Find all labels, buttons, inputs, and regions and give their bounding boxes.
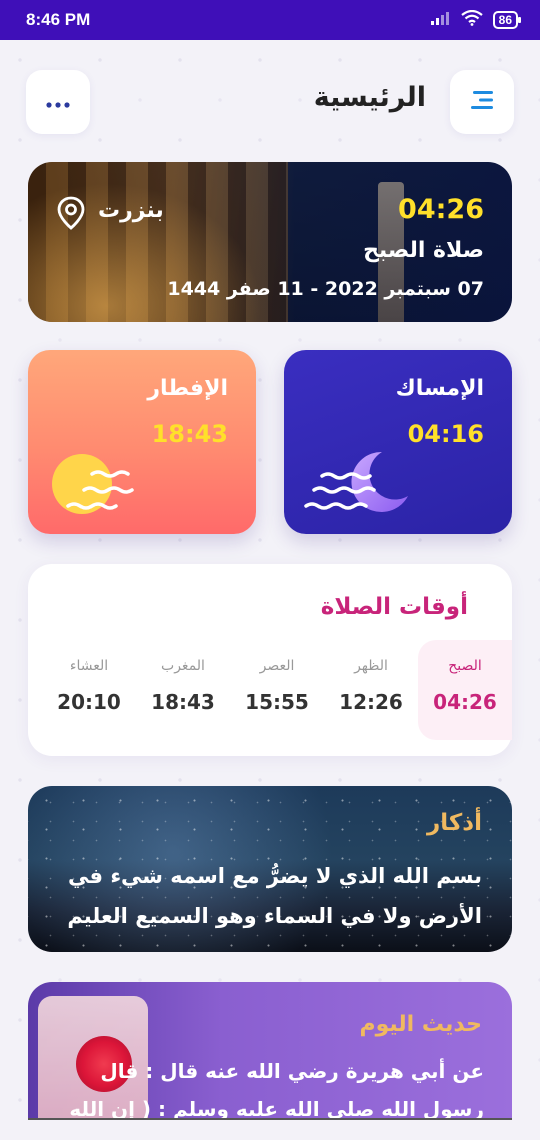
prayer-time: 12:26	[339, 690, 403, 714]
next-prayer-card[interactable]: 04:26 صلاة الصبح 07 سبتمبر 2022 - 11 صفر…	[28, 162, 512, 322]
more-dots-icon	[46, 93, 70, 112]
prayer-name: المغرب	[161, 658, 205, 674]
city-name: بنزرت	[98, 198, 164, 223]
prayer-item-dhuhr[interactable]: الظهر 12:26	[324, 640, 418, 740]
next-prayer-name: صلاة الصبح	[363, 238, 484, 263]
prayer-times-title: أوقات الصلاة	[320, 594, 468, 620]
dhikr-text: بسم الله الذي لا يضرُّ مع اسمه شيء في ال…	[67, 864, 482, 928]
prayer-item-isha[interactable]: العشاء 20:10	[42, 640, 136, 740]
prayer-time: 04:26	[433, 690, 497, 714]
menu-icon	[469, 90, 495, 114]
iftar-title: الإفطار	[147, 376, 228, 401]
imsak-time: 04:16	[407, 420, 484, 448]
more-options-button[interactable]	[26, 70, 90, 134]
dhikr-card[interactable]: أذكار بسم الله الذي لا يضرُّ مع اسمه شيء…	[28, 786, 512, 952]
prayer-times-row: الصبح 04:26 الظهر 12:26 العصر 15:55 المغ…	[42, 640, 512, 740]
status-time: 8:46 PM	[26, 10, 91, 29]
dhikr-title: أذكار	[427, 810, 482, 836]
prayer-name: الصبح	[448, 658, 482, 674]
sun-waves-icon	[48, 446, 158, 530]
menu-button[interactable]	[450, 70, 514, 134]
hadith-title: حديث اليوم	[359, 1012, 482, 1037]
moon-waves-icon	[304, 446, 414, 530]
battery-icon: 86	[492, 11, 522, 29]
prayer-time: 18:43	[151, 690, 215, 714]
hadith-card[interactable]: حديث اليوم عن أبي هريرة رضي الله عنه قال…	[28, 982, 512, 1140]
signal-icon	[430, 10, 451, 30]
imsak-card[interactable]: الإمساك 04:16	[284, 350, 512, 534]
prayer-name: العصر	[259, 658, 295, 674]
wifi-icon	[460, 9, 483, 31]
prayer-item-asr[interactable]: العصر 15:55	[230, 640, 324, 740]
prayer-item-fajr[interactable]: الصبح 04:26	[418, 640, 512, 740]
status-icons: 86	[430, 9, 522, 31]
prayer-name: العشاء	[69, 658, 109, 674]
system-nav-bar	[0, 1118, 540, 1140]
page-title: الرئيسية	[313, 82, 426, 113]
hadith-text: عن أبي هريرة رضي الله عنه قال : قال رسول…	[69, 1059, 484, 1121]
iftar-time: 18:43	[151, 420, 228, 448]
status-bar: 8:46 PM 86	[0, 0, 540, 40]
next-prayer-time: 04:26	[398, 194, 484, 225]
location-pin-icon[interactable]	[56, 196, 86, 234]
nav-divider	[28, 1118, 512, 1120]
prayer-time: 20:10	[57, 690, 121, 714]
prayer-item-maghrib[interactable]: المغرب 18:43	[136, 640, 230, 740]
prayer-time: 15:55	[245, 690, 309, 714]
prayer-times-card: أوقات الصلاة الصبح 04:26 الظهر 12:26 الع…	[28, 564, 512, 756]
date-label: 07 سبتمبر 2022 - 11 صفر 1444	[167, 278, 484, 300]
iftar-card[interactable]: الإفطار 18:43	[28, 350, 256, 534]
imsak-title: الإمساك	[395, 376, 484, 401]
prayer-name: الظهر	[354, 658, 388, 674]
